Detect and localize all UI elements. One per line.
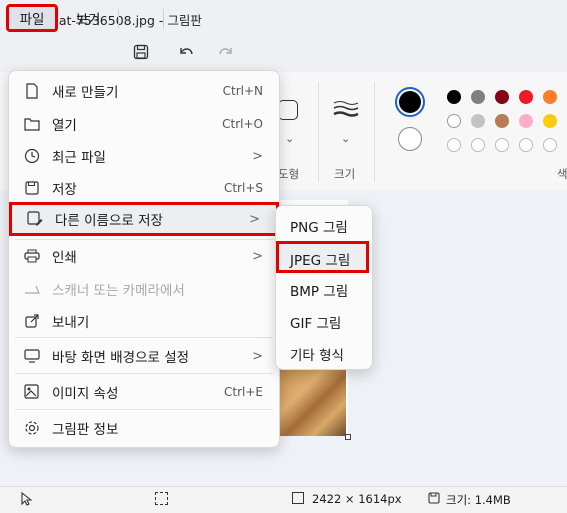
color-swatch[interactable]: [471, 138, 485, 152]
chevron-right-icon: >: [252, 148, 263, 164]
file-menu-button[interactable]: 파일: [6, 4, 58, 32]
menu-item-label: 이미지 속성: [52, 386, 119, 402]
submenu-item-jpeg[interactable]: JPEG 그림: [290, 249, 350, 269]
toolbar-divider: [118, 9, 119, 29]
submenu-item-other[interactable]: 기타 형식: [290, 344, 344, 364]
resize-handle[interactable]: [345, 434, 351, 440]
menu-item-label: 스캐너 또는 카메라에서: [52, 283, 185, 299]
chevron-right-icon: >: [249, 211, 260, 227]
pointer-icon: [20, 491, 33, 510]
image-properties-icon: [23, 383, 41, 401]
clock-icon: [23, 147, 41, 165]
image-dimensions: 2422 × 1614px: [312, 492, 402, 506]
size-group-label: 크기: [334, 167, 356, 181]
menu-divider: [15, 239, 273, 240]
image-size-icon: [292, 492, 304, 504]
file-size-icon: [428, 492, 440, 508]
chevron-right-icon: >: [252, 348, 263, 364]
submenu-item-jpeg-highlight[interactable]: JPEG 그림: [276, 241, 369, 273]
scanner-icon: [23, 280, 41, 298]
color-swatch[interactable]: [543, 90, 557, 104]
menu-divider: [15, 337, 273, 338]
color-swatch[interactable]: [543, 138, 557, 152]
menu-item-new[interactable]: 새로 만들기 Ctrl+N: [9, 76, 279, 106]
toolbar-divider: [163, 9, 164, 29]
menu-divider: [15, 373, 273, 374]
primary-color[interactable]: [395, 87, 425, 117]
menu-bar: [0, 34, 567, 72]
printer-icon: [23, 247, 41, 265]
file-size: 크기: 1.4MB: [446, 493, 511, 507]
menu-item-recent[interactable]: 최근 파일 >: [9, 141, 279, 171]
menu-item-about[interactable]: 그림판 정보: [9, 413, 279, 443]
color-swatch[interactable]: [519, 114, 533, 128]
share-icon: [23, 312, 41, 330]
save-icon[interactable]: [129, 40, 153, 64]
secondary-color[interactable]: [398, 127, 422, 151]
color-swatch[interactable]: [519, 90, 533, 104]
color-swatch[interactable]: [495, 114, 509, 128]
submenu-item-gif[interactable]: GIF 그림: [290, 312, 341, 332]
color-swatch[interactable]: [543, 114, 557, 128]
undo-icon[interactable]: [174, 40, 198, 64]
menu-item-send[interactable]: 보내기: [9, 306, 279, 336]
menu-item-label: 저장: [52, 182, 77, 198]
menu-item-label: 보내기: [52, 315, 90, 331]
color-swatch[interactable]: [495, 90, 509, 104]
save-as-submenu: PNG 그림 JPEG 그림 BMP 그림 GIF 그림 기타 형식: [275, 205, 373, 370]
ribbon-divider: [374, 82, 375, 182]
menu-item-label: 새로 만들기: [52, 85, 119, 101]
menu-item-scanner[interactable]: 스캐너 또는 카메라에서: [9, 274, 279, 304]
new-file-icon: [23, 82, 41, 100]
menu-item-save[interactable]: 저장 Ctrl+S: [9, 173, 279, 203]
save-icon: [23, 179, 41, 197]
menu-item-shortcut: Ctrl+E: [224, 385, 263, 399]
color-swatch[interactable]: [519, 138, 533, 152]
ribbon-divider: [318, 82, 319, 182]
menu-item-shortcut: Ctrl+N: [222, 84, 263, 98]
menu-item-label: 열기: [52, 118, 77, 134]
menu-item-label: 인쇄: [52, 250, 77, 266]
redo-icon[interactable]: [214, 40, 238, 64]
folder-icon: [23, 115, 41, 133]
shapes-group-label: 도형: [278, 167, 300, 181]
cat-photo: [278, 368, 346, 436]
gear-icon: [23, 419, 41, 437]
chevron-right-icon: >: [252, 248, 263, 264]
brush-size-icon[interactable]: [333, 100, 359, 124]
menu-item-label: 다른 이름으로 저장: [55, 213, 163, 229]
color-swatch[interactable]: [447, 114, 461, 128]
chevron-down-icon[interactable]: ⌄: [285, 132, 294, 145]
chevron-down-icon[interactable]: ⌄: [341, 132, 350, 145]
menu-item-set-wallpaper[interactable]: 바탕 화면 배경으로 설정 >: [9, 341, 279, 371]
color-swatch[interactable]: [447, 138, 461, 152]
menu-item-label: 최근 파일: [52, 150, 106, 166]
save-as-icon: [26, 210, 44, 228]
menu-item-save-as[interactable]: 다른 이름으로 저장 >: [9, 202, 279, 236]
menu-item-label: 그림판 정보: [52, 422, 119, 438]
view-menu-button[interactable]: 보기: [66, 4, 110, 32]
menu-item-open[interactable]: 열기 Ctrl+O: [9, 109, 279, 139]
wallpaper-icon: [23, 347, 41, 365]
file-menu: 새로 만들기 Ctrl+N 열기 Ctrl+O 최근 파일 > 저장 Ctrl+…: [8, 70, 280, 448]
menu-divider: [15, 409, 273, 410]
color-swatch[interactable]: [447, 90, 461, 104]
menu-item-print[interactable]: 인쇄 >: [9, 241, 279, 271]
color-swatch[interactable]: [471, 90, 485, 104]
menu-item-shortcut: Ctrl+S: [223, 181, 263, 195]
selection-icon: [155, 492, 168, 505]
submenu-item-bmp[interactable]: BMP 그림: [290, 280, 348, 300]
color-swatch[interactable]: [495, 138, 509, 152]
menu-item-shortcut: Ctrl+O: [222, 117, 263, 131]
submenu-item-png[interactable]: PNG 그림: [290, 216, 348, 236]
colors-group-label: 색: [557, 167, 567, 181]
menu-item-image-properties[interactable]: 이미지 속성 Ctrl+E: [9, 377, 279, 407]
color-swatch[interactable]: [471, 114, 485, 128]
menu-item-label: 바탕 화면 배경으로 설정: [52, 350, 190, 366]
shapes-icon[interactable]: [278, 100, 298, 120]
